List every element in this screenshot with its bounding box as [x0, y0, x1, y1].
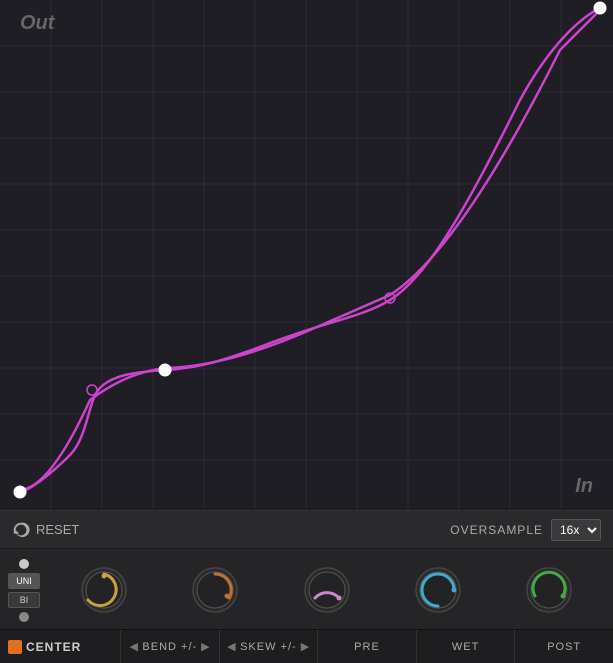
center-square	[8, 640, 22, 654]
skew-bar-label: SKEW +/-	[240, 641, 297, 653]
wet-group: WET	[416, 630, 515, 663]
bend-bar-label: BEND +/-	[142, 641, 197, 653]
center-label-group[interactable]: CENTER	[0, 640, 120, 654]
bend-right-arrow[interactable]: ▶	[197, 640, 214, 653]
wet-bar-label: WET	[452, 641, 479, 653]
graph-label-out: Out	[20, 12, 54, 35]
pre-knob[interactable]	[301, 564, 353, 616]
post-knob-container	[494, 564, 605, 616]
graph-area[interactable]: Out In	[0, 0, 613, 511]
wet-knob-container	[382, 564, 493, 616]
uni-indicator	[19, 559, 29, 569]
oversample-group: OVERSAMPLE 1x 2x 4x 8x 16x	[450, 519, 601, 541]
skew-knob-container	[159, 564, 270, 616]
oversample-label: OVERSAMPLE	[450, 523, 543, 537]
bi-indicator	[19, 612, 29, 622]
reset-button[interactable]: RESET	[12, 521, 79, 539]
top-bar: RESET OVERSAMPLE 1x 2x 4x 8x 16x	[0, 511, 613, 549]
wet-knob[interactable]	[412, 564, 464, 616]
graph-label-in: In	[575, 475, 593, 498]
post-group: POST	[514, 630, 613, 663]
uni-button[interactable]: UNI	[8, 573, 40, 589]
pre-knob-container	[271, 564, 382, 616]
uni-bi-group: UNI BI	[8, 558, 40, 623]
skew-right-arrow[interactable]: ▶	[297, 640, 314, 653]
bend-left-arrow[interactable]: ◀	[125, 640, 142, 653]
skew-left-arrow[interactable]: ◀	[223, 640, 240, 653]
bend-group: ◀ BEND +/- ▶	[120, 630, 219, 663]
knobs-row: UNI BI	[0, 549, 613, 629]
controls-section: RESET OVERSAMPLE 1x 2x 4x 8x 16x UNI BI	[0, 511, 613, 663]
center-text: CENTER	[26, 640, 81, 654]
reset-icon	[12, 521, 30, 539]
post-bar-label: POST	[547, 641, 581, 653]
skew-knob[interactable]	[189, 564, 241, 616]
post-knob[interactable]	[523, 564, 575, 616]
reset-label: RESET	[36, 522, 79, 537]
bend-knob[interactable]	[78, 564, 130, 616]
skew-group: ◀ SKEW +/- ▶	[219, 630, 318, 663]
oversample-select[interactable]: 1x 2x 4x 8x 16x	[551, 519, 601, 541]
bend-knob-container	[48, 564, 159, 616]
pre-group: PRE	[317, 630, 416, 663]
pre-bar-label: PRE	[354, 641, 380, 653]
bi-button[interactable]: BI	[8, 592, 40, 608]
label-bar: CENTER ◀ BEND +/- ▶ ◀ SKEW +/- ▶ PRE WET…	[0, 629, 613, 663]
